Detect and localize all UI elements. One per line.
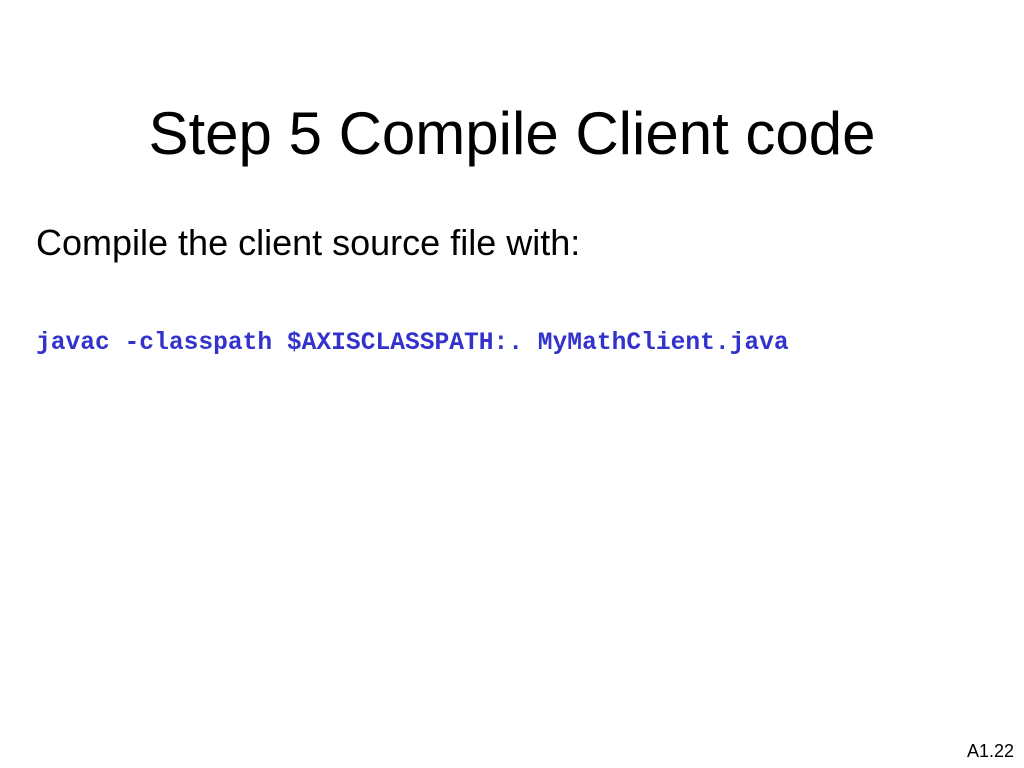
code-command: javac -classpath $AXISCLASSPATH:. MyMath… [36,330,789,357]
slide-title: Step 5 Compile Client code [148,100,876,167]
slide: Step 5 Compile Client code Compile the c… [0,0,1024,768]
body-text: Compile the client source file with: [36,222,581,263]
slide-number: A1.22 [966,741,1014,761]
